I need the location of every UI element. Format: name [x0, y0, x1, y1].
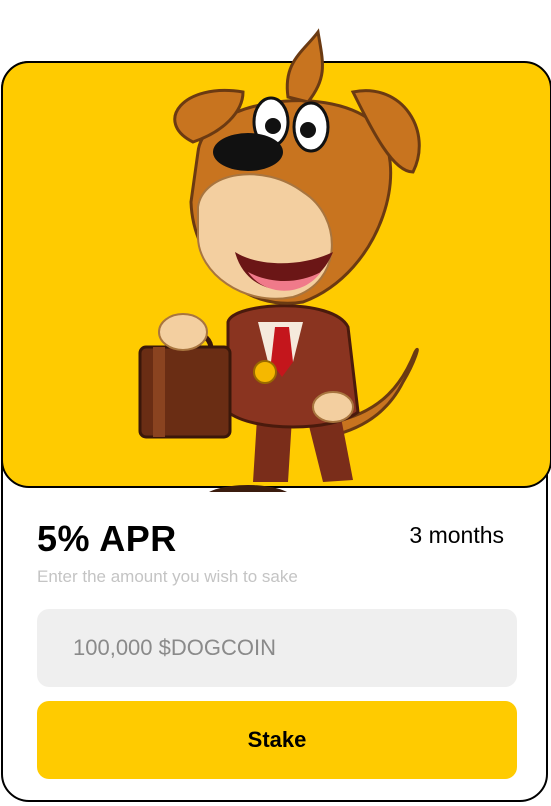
hero-banner: [1, 28, 551, 492]
stake-amount-input[interactable]: [37, 609, 517, 687]
stake-button[interactable]: Stake: [37, 701, 517, 779]
staking-card: 5% APR 3 months Enter the amount you wis…: [1, 28, 551, 802]
amount-hint: Enter the amount you wish to sake: [37, 567, 298, 586]
staking-duration: 3 months: [409, 522, 504, 548]
apr-label: 5% APR: [37, 518, 177, 559]
dog-mascot-illustration: [138, 28, 421, 492]
